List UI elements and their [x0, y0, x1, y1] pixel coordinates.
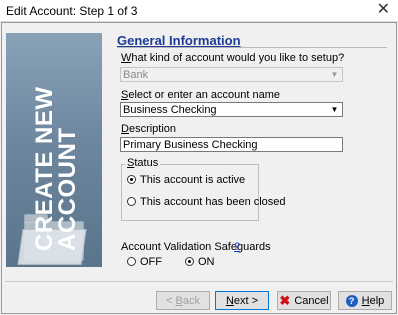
account-name-value: Business Checking	[123, 104, 217, 116]
banner-text: CREATE NEW ACCOUNT	[31, 51, 81, 252]
status-group	[121, 164, 259, 221]
help-rest: elp	[369, 294, 385, 307]
footer-divider	[5, 281, 393, 282]
back-button[interactable]: < Back	[156, 291, 210, 310]
help-button[interactable]: ? Help	[338, 291, 392, 310]
help-mnemonic: H	[361, 294, 370, 307]
status-group-label: Status	[125, 157, 161, 169]
back-button-label: < Back	[166, 295, 200, 307]
status-active-label[interactable]: This account is active	[140, 174, 245, 186]
help-icon: ?	[345, 294, 358, 307]
heading-divider	[117, 47, 387, 48]
status-label-text: tatus	[134, 157, 159, 169]
description-mnemonic: D	[121, 123, 129, 135]
title-bar: Edit Account: Step 1 of 3 ✕	[0, 0, 398, 22]
description-label-text: escription	[128, 123, 177, 135]
status-active-radio[interactable]	[127, 175, 136, 184]
account-name-label: Select or enter an account name	[121, 89, 280, 101]
account-kind-value: Bank	[123, 69, 149, 81]
banner-line-2: ACCOUNT	[54, 127, 81, 252]
description-field[interactable]: Primary Business Checking	[120, 137, 343, 152]
safeguards-help-link[interactable]: ?	[234, 241, 240, 253]
next-button[interactable]: Next >	[215, 291, 269, 310]
safeguards-off-label[interactable]: OFF	[140, 256, 162, 268]
safeguards-on-radio[interactable]	[185, 257, 194, 266]
account-kind-mnemonic: W	[121, 52, 132, 64]
chevron-down-icon[interactable]: ▼	[328, 104, 341, 115]
back-mnemonic: B	[175, 294, 183, 307]
next-rest: ext >	[233, 294, 259, 307]
create-account-banner: CREATE NEW ACCOUNT	[6, 33, 102, 267]
account-name-combobox[interactable]: Business Checking ▼	[120, 102, 343, 117]
status-closed-radio[interactable]	[127, 197, 136, 206]
account-kind-select[interactable]: Bank ▼	[120, 67, 343, 82]
status-closed-label[interactable]: This account has been closed	[140, 196, 286, 208]
window-title: Edit Account: Step 1 of 3	[6, 4, 138, 18]
cancel-button[interactable]: ✖ Cancel	[277, 291, 331, 310]
safeguards-label: Account Validation Safeguards	[121, 241, 271, 253]
description-label: Description	[121, 123, 176, 135]
section-heading: General Information	[117, 33, 241, 48]
safeguards-on-label[interactable]: ON	[198, 256, 215, 268]
back-rest: ack	[182, 294, 200, 307]
cancel-button-label: Cancel	[294, 294, 329, 307]
account-kind-label: What kind of account would you like to s…	[121, 52, 344, 64]
next-mnemonic: N	[225, 294, 234, 307]
help-button-label: Help	[362, 295, 385, 307]
account-kind-label-text: hat kind of account would you like to se…	[131, 52, 345, 64]
back-prefix: <	[166, 294, 176, 307]
cancel-x-icon: ✖	[279, 293, 291, 308]
chevron-down-icon: ▼	[330, 70, 339, 79]
close-icon[interactable]: ✕	[377, 1, 390, 19]
banner-line-1: CREATE NEW	[31, 86, 58, 251]
safeguards-off-radio[interactable]	[127, 257, 136, 266]
description-value: Primary Business Checking	[123, 139, 258, 151]
next-button-label: Next >	[226, 295, 258, 307]
account-name-label-text: elect or enter an account name	[128, 89, 280, 101]
